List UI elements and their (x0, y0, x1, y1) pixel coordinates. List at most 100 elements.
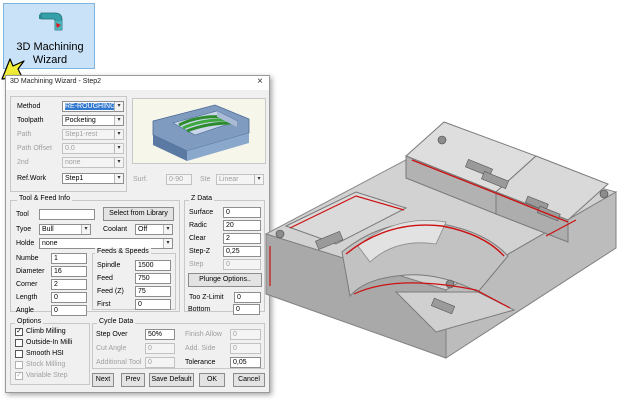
type-label: Tyoe (16, 226, 32, 233)
step-label: Step (189, 261, 204, 268)
chevron-down-icon: ▾ (163, 225, 172, 234)
spindle-label: Spindle (97, 262, 121, 269)
smooth-hsi-label: Smooth HSI (26, 350, 64, 357)
chevron-down-icon: ▾ (114, 158, 123, 167)
corner-field[interactable]: 2 (51, 279, 87, 290)
next-button[interactable]: Next (92, 373, 114, 387)
type-select[interactable]: Bull ▾ (39, 224, 91, 235)
method-select[interactable]: RE-ROUGHING ▾ (62, 101, 124, 112)
feed-field[interactable]: 750 (135, 273, 171, 284)
prev-button[interactable]: Prev (121, 373, 145, 387)
variable-step-label: Variable Step (26, 372, 68, 379)
stock-milling-label: Stock Milling (26, 361, 66, 368)
step-z-label: Step-Z (189, 248, 211, 255)
hole-front (445, 279, 455, 289)
finish-allow-label: Finish Allow (185, 331, 222, 338)
save-default-button[interactable]: Save Default (149, 373, 194, 387)
feeds-speeds-group: Feeds & Speeds Spindle 1500 Feed 750 Fee… (92, 248, 176, 310)
variable-step-checkbox[interactable]: ✓ (15, 372, 23, 380)
toolpath-label: Toolpath (17, 117, 44, 124)
cancel-button[interactable]: Cancel (233, 373, 265, 387)
cycle-data-group: Cycle Data Step Over 50% Cut Angle 0 Add… (92, 318, 265, 369)
additional-tool-field[interactable]: 0 (145, 357, 175, 368)
smooth-hsi-checkbox[interactable] (15, 350, 23, 358)
hole-right (599, 189, 609, 199)
cut-angle-label: Cut Angle (96, 345, 127, 352)
step-over-label: Step Over (96, 331, 128, 338)
feed-z-field[interactable]: 75 (135, 286, 171, 297)
cycle-data-title: Cycle Data (97, 318, 136, 325)
second-select[interactable]: none ▾ (62, 157, 124, 168)
feed-z-label: Feed (Z) (97, 288, 124, 295)
path-select[interactable]: Step1-rest ▾ (62, 129, 124, 140)
tolerance-label: Tolerance (185, 359, 216, 366)
tool-feed-title: Tool & Feed Info (17, 195, 72, 202)
options-group: Options ✓ Climb Milling Outside-In Milli… (10, 318, 90, 385)
method-group: Method RE-ROUGHING ▾ Toolpath Pocketing ▾ … (10, 96, 127, 192)
chevron-down-icon: ▾ (114, 130, 123, 139)
feed-label: Feed (97, 275, 113, 282)
method-label: Method (17, 103, 41, 110)
ref-work-select[interactable]: Step1 ▾ (62, 173, 124, 184)
second-label: 2nd (17, 159, 29, 166)
tool-number-field[interactable]: 1 (51, 253, 87, 264)
length-field[interactable]: 0 (51, 292, 87, 303)
hole-rear (437, 135, 447, 145)
length-label: Length (16, 294, 38, 301)
add-side-label: Add. Side (185, 345, 216, 352)
ref-work-label: Ref.Work (17, 175, 47, 182)
climb-milling-checkbox[interactable]: ✓ (15, 328, 23, 336)
outside-in-checkbox[interactable] (15, 339, 23, 347)
bottom-label: Bottom (188, 306, 211, 313)
path-label: Path (17, 131, 32, 138)
tool-number-label: Numbe (16, 255, 39, 262)
surf-label: Surf. (133, 176, 148, 183)
tool-field[interactable] (39, 209, 95, 220)
angle-field[interactable]: 0 (51, 305, 87, 316)
stock-milling-checkbox[interactable] (15, 361, 23, 369)
clear-label: Clear (189, 235, 206, 242)
surface-label: Surface (189, 209, 214, 216)
diameter-label: Diameter (16, 268, 45, 275)
coolant-select[interactable]: Off ▾ (135, 224, 173, 235)
machined-part-3d-view (264, 121, 618, 359)
z-limit-label: Too Z-Limit (189, 294, 224, 301)
additional-tool-label: Additional Tool (96, 359, 142, 366)
spindle-field[interactable]: 1500 (135, 260, 171, 271)
options-title: Options (15, 318, 44, 325)
z-data-title: Z Data (189, 195, 215, 202)
first-field[interactable]: 0 (135, 299, 171, 310)
tool-feed-group: Tool & Feed Info Tool Select from Librar… (10, 195, 180, 316)
path-offset-select[interactable]: 0.0 ▾ (62, 143, 124, 154)
radius-label: Radic (189, 222, 207, 229)
path-offset-label: Path Offset (17, 145, 52, 152)
tool-label: Tool (16, 211, 29, 218)
coolant-label: Coolant (103, 226, 128, 233)
chevron-down-icon: ▾ (114, 174, 123, 183)
machining-wizard-icon (39, 12, 63, 31)
wizard-label-line1: 3D Machining (16, 41, 84, 53)
holder-label: Holde (16, 240, 35, 247)
chevron-down-icon: ▾ (163, 239, 172, 248)
step-over-field[interactable]: 50% (145, 329, 175, 340)
select-from-library-button[interactable]: Select from Library (103, 207, 174, 221)
cut-angle-field[interactable]: 0 (145, 343, 175, 354)
feeds-speeds-title: Feeds & Speeds (95, 248, 151, 255)
hole-left (275, 229, 285, 239)
dialog-title: 3D Machining Wizard - Step2 (10, 78, 102, 85)
dialog-titlebar: 3D Machining Wizard - Step2 × (6, 76, 269, 90)
toolpath-select[interactable]: Pocketing ▾ (62, 115, 124, 126)
chevron-down-icon: ▾ (81, 225, 90, 234)
close-icon[interactable]: × (257, 76, 263, 87)
step-type-label: Ste (200, 176, 211, 183)
chevron-down-icon: ▾ (114, 116, 123, 125)
chevron-down-icon: ▾ (114, 144, 123, 153)
surf-field[interactable]: 0-90 (166, 174, 192, 185)
ok-button[interactable]: OK (199, 373, 225, 387)
outside-in-label: Outside-In Milli (26, 339, 73, 346)
machining-wizard-dialog: 3D Machining Wizard - Step2 × Method RE-… (5, 75, 270, 393)
first-label: First (97, 301, 111, 308)
diameter-field[interactable]: 16 (51, 266, 87, 277)
corner-label: Corner (16, 281, 38, 288)
chevron-down-icon: ▾ (114, 102, 123, 111)
